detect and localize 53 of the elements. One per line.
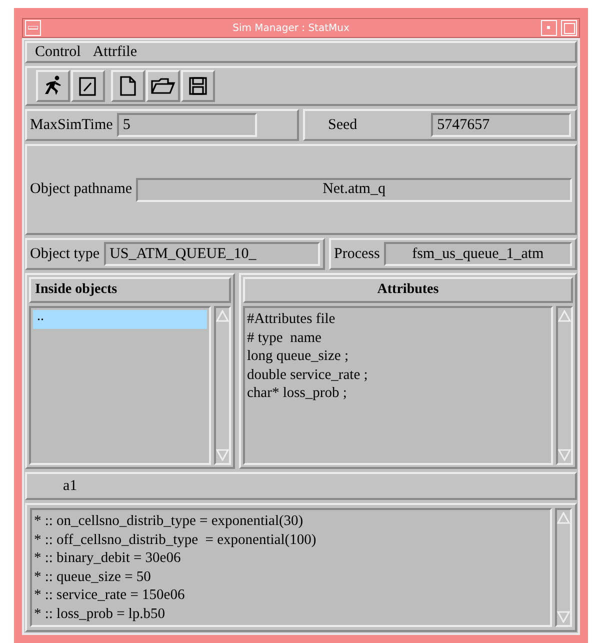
square-icon (564, 22, 574, 34)
blank-document-icon (119, 75, 137, 97)
document-pencil-icon (78, 75, 98, 97)
text-line: long queue_size ; (247, 347, 350, 366)
panel-title: Inside objects (29, 277, 231, 303)
minimize-button[interactable] (541, 20, 557, 36)
field-label: Object type (30, 246, 100, 262)
text-line: # type name (247, 328, 322, 347)
scrollbar[interactable] (214, 306, 231, 465)
text-line: #Attributes file (247, 310, 336, 328)
toolbar-button[interactable] (181, 70, 215, 102)
field-label: MaxSimTime (30, 116, 113, 134)
minus-icon (28, 26, 38, 30)
toolbar-button[interactable] (146, 70, 180, 102)
scroll-up-icon[interactable] (558, 310, 571, 322)
scrollbar[interactable] (556, 306, 573, 465)
scroll-down-icon[interactable] (557, 611, 570, 623)
list-item[interactable]: .. (33, 310, 207, 329)
text-line: * :: loss_prob = lp.b50 (34, 604, 166, 623)
scroll-down-icon[interactable] (216, 449, 229, 461)
field-label: Object pathname (30, 181, 132, 198)
input-field[interactable]: 5 (116, 113, 257, 137)
text-line: char* loss_prob ; (247, 384, 348, 402)
menu-item[interactable]: Attrfile (92, 44, 137, 60)
text-line: * :: off_cellsno_distrib_type = exponential(100) (34, 530, 318, 549)
toolbar-button[interactable] (111, 70, 145, 102)
text-line: double service_rate ; (247, 366, 369, 384)
input-field[interactable]: fsm_us_queue_1_atm (384, 242, 572, 266)
running-figure-icon (42, 75, 64, 97)
text-area[interactable]: * :: on_cellsno_distrib_type = exponential(30) * :: off_cellsno_distrib_type = exponential(100) * :: binary_debit = 30e06 * :: queue_size = 50 * :: service_rate = 150e06 * :: loss_prob = lp.b50 (30, 508, 552, 627)
object-name: a1 (63, 478, 78, 494)
field-label: Process (334, 246, 380, 262)
text-line: * :: on_cellsno_distrib_type = exponential(30) (34, 512, 304, 530)
panel-title: Attributes (243, 277, 573, 303)
maximize-button[interactable] (561, 20, 577, 36)
window-title: Sim Manager : StatMux (232, 22, 350, 34)
toolbar-button[interactable] (36, 70, 70, 102)
text-line: * :: service_rate = 150e06 (34, 586, 186, 604)
field-label: Seed (327, 116, 358, 134)
toolbar-button[interactable] (71, 70, 105, 102)
input-field[interactable]: US_ATM_QUEUE_10_ (104, 242, 320, 266)
input-field[interactable]: Net.atm_q (136, 178, 572, 202)
window-menu-button[interactable] (25, 20, 41, 36)
menu-item[interactable]: Control (35, 44, 81, 60)
scroll-down-icon[interactable] (558, 449, 571, 461)
scrollbar[interactable] (555, 508, 572, 627)
scroll-up-icon[interactable] (557, 512, 570, 524)
text-line: * :: queue_size = 50 (34, 568, 152, 586)
input-field[interactable]: 5747657 (431, 113, 572, 137)
text-line: * :: binary_debit = 30e06 (34, 549, 182, 568)
text-area[interactable]: #Attributes file # type name long queue_size ; double service_rate ; char* loss_prob ; (243, 306, 553, 465)
scroll-up-icon[interactable] (216, 310, 229, 322)
folder-icon (150, 76, 176, 96)
